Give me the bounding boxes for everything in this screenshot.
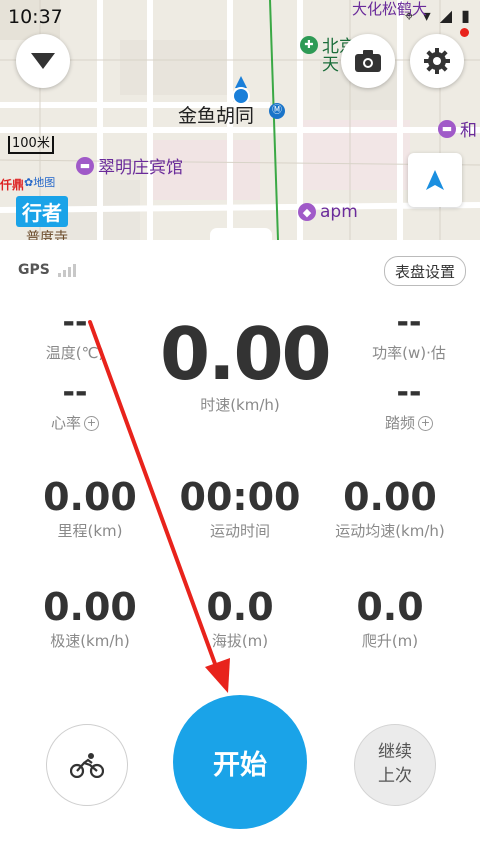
- map-label-top: 大化松鹤大: [352, 0, 428, 18]
- status-time: 10:37: [8, 6, 63, 28]
- baidu-logo: ✿地图: [24, 176, 56, 189]
- metric-temperature[interactable]: -- 温度(℃): [20, 308, 130, 363]
- metric-average-speed[interactable]: 0.00 运动均速(km/h): [310, 478, 470, 541]
- start-button[interactable]: 开始: [173, 695, 307, 829]
- cycling-icon: [70, 753, 104, 778]
- map-view[interactable]: 10:37 ⌖ ▾ ◢ ▮ 大化松鹤大 ✚ 北京 天 金鱼胡同 Ⓜ ▬ 翠明庄宾…: [0, 0, 480, 240]
- poi-apm[interactable]: ◆ apm: [298, 202, 358, 222]
- map-label-bottom: 普度寺: [26, 230, 68, 240]
- shop-icon: ◆: [298, 203, 316, 221]
- metric-speed[interactable]: 0.00 时速(km/h): [160, 318, 332, 415]
- hotel-icon: ▬: [76, 156, 94, 175]
- metric-power[interactable]: -- 功率(w)·估: [350, 308, 468, 363]
- metric-cadence[interactable]: -- 踏频 +: [350, 378, 468, 433]
- collapse-map-button[interactable]: [16, 34, 70, 88]
- add-cadence-sensor-icon[interactable]: +: [418, 416, 433, 431]
- navigation-arrow-icon: [426, 170, 444, 190]
- gps-label: GPS: [18, 262, 50, 278]
- poi-cuiming[interactable]: ▬ 翠明庄宾馆: [76, 153, 183, 178]
- resume-label-line1: 继续: [378, 742, 412, 763]
- map-scale: 100米: [8, 136, 54, 154]
- triangle-down-icon: [31, 53, 55, 69]
- paw-icon: ✿: [24, 176, 34, 189]
- metric-altitude[interactable]: 0.0 海拔(m): [160, 588, 320, 651]
- add-heart-sensor-icon[interactable]: +: [84, 416, 99, 431]
- sport-type-button[interactable]: [46, 724, 128, 806]
- poi-right[interactable]: ▬ 和: [438, 116, 477, 141]
- metric-max-speed[interactable]: 0.00 极速(km/h): [10, 588, 170, 651]
- resume-last-button[interactable]: 继续 上次: [354, 724, 436, 806]
- poi-label: 翠明庄宾馆: [98, 158, 183, 178]
- gps-indicator: GPS: [18, 262, 76, 278]
- camera-icon: [355, 50, 381, 72]
- data-panel: GPS 表盘设置 -- 温度(℃) -- 功率(w)·估 0.00 时速(km/…: [0, 240, 480, 853]
- location-marker: [232, 76, 250, 105]
- hotel-icon: ▬: [438, 119, 456, 138]
- metric-climb[interactable]: 0.0 爬升(m): [310, 588, 470, 651]
- resume-label-line2: 上次: [378, 766, 412, 786]
- poi-label: apm: [320, 202, 358, 222]
- panel-handle[interactable]: [210, 228, 272, 240]
- locate-button[interactable]: [408, 153, 462, 207]
- poi-label: 和: [460, 121, 477, 141]
- signal-icon: [57, 263, 76, 277]
- subway-icon: Ⓜ: [269, 103, 285, 119]
- metric-distance[interactable]: 0.00 里程(km): [10, 478, 170, 541]
- dashboard-settings-button[interactable]: 表盘设置: [384, 256, 466, 286]
- poi-icon: ✚: [300, 35, 318, 54]
- metric-duration[interactable]: 00:00 运动时间: [160, 478, 320, 541]
- gear-icon: [424, 48, 450, 74]
- map-label-wangfujing: 天: [322, 55, 339, 75]
- settings-button[interactable]: [410, 34, 464, 88]
- xingzhe-logo: 行者: [16, 196, 68, 227]
- map-label-left: 仟鼎: [0, 178, 25, 192]
- camera-button[interactable]: [341, 34, 395, 88]
- notification-dot: [460, 28, 469, 37]
- metric-heart-rate[interactable]: -- 心率 +: [20, 378, 130, 433]
